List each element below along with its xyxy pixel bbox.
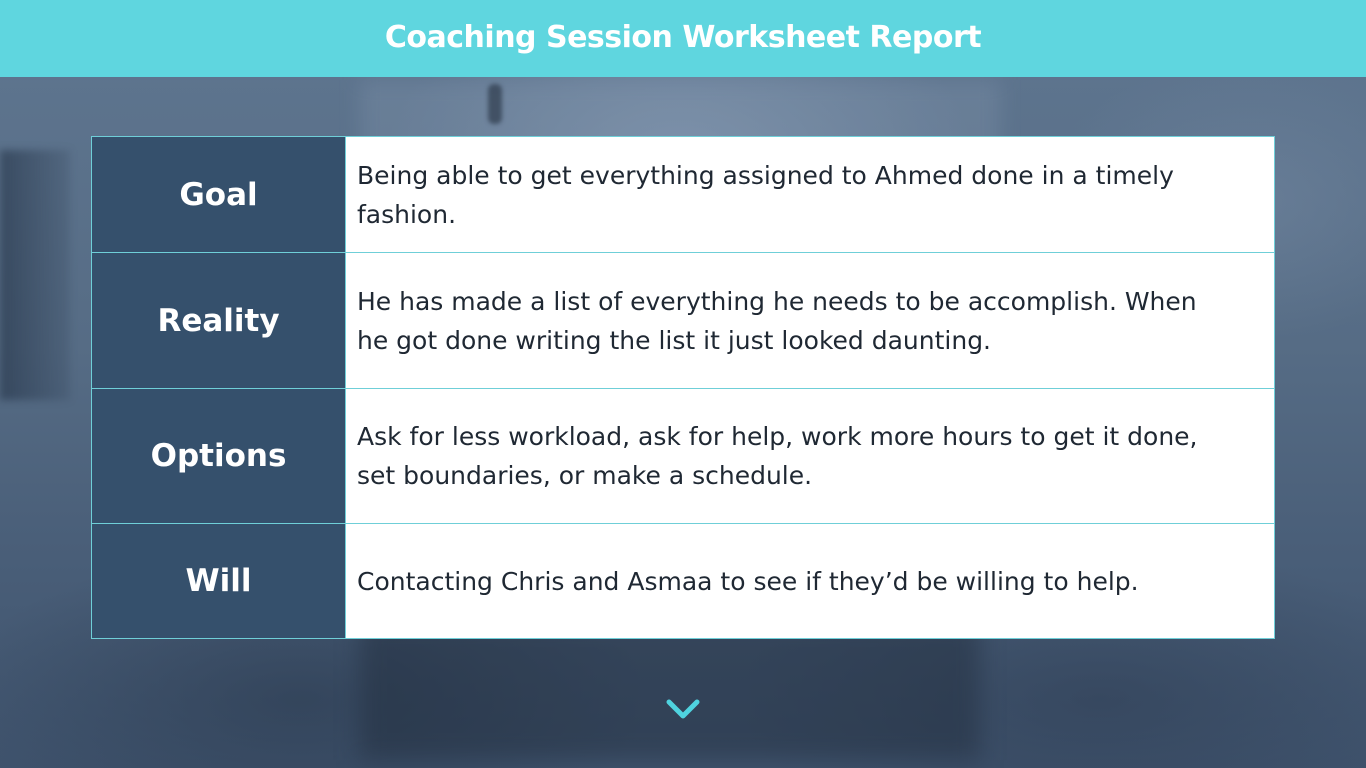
background-desk — [360, 620, 980, 760]
background-lamp — [488, 84, 502, 124]
worksheet-table: Goal Being able to get everything assign… — [91, 136, 1275, 639]
row-label-options: Options — [92, 389, 346, 523]
row-value-options: Ask for less workload, ask for help, wor… — [346, 389, 1274, 523]
worksheet-row-will: Will Contacting Chris and Asmaa to see i… — [92, 523, 1274, 638]
worksheet-row-reality: Reality He has made a list of everything… — [92, 252, 1274, 388]
header-bar: Coaching Session Worksheet Report — [0, 0, 1366, 77]
row-label-reality: Reality — [92, 253, 346, 388]
row-value-will: Contacting Chris and Asmaa to see if the… — [346, 524, 1274, 638]
row-label-goal: Goal — [92, 137, 346, 252]
row-value-reality: He has made a list of everything he need… — [346, 253, 1274, 388]
background-window — [0, 150, 70, 400]
worksheet-row-options: Options Ask for less workload, ask for h… — [92, 388, 1274, 523]
chevron-down-icon — [666, 699, 700, 719]
page-title: Coaching Session Worksheet Report — [384, 20, 982, 55]
scroll-down-button[interactable] — [666, 697, 700, 723]
worksheet-row-goal: Goal Being able to get everything assign… — [92, 137, 1274, 252]
row-value-goal: Being able to get everything assigned to… — [346, 137, 1274, 252]
row-label-will: Will — [92, 524, 346, 638]
